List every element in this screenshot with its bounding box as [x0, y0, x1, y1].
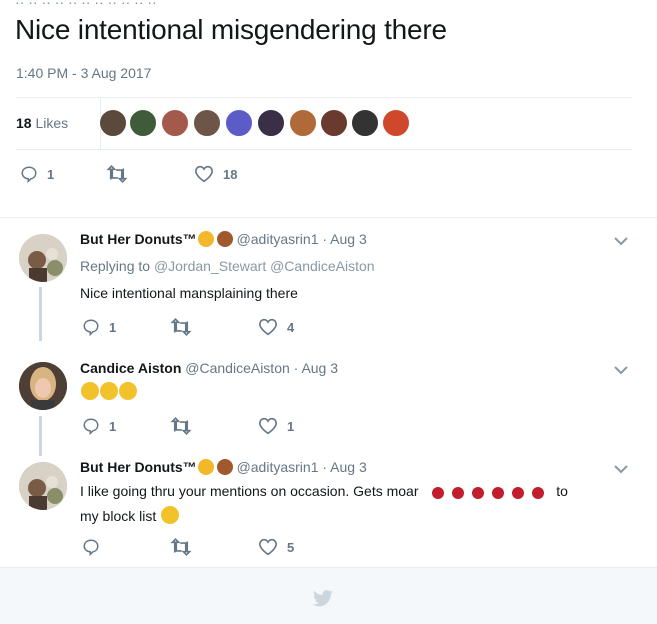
liker-avatar[interactable]: [320, 109, 348, 137]
liker-avatar[interactable]: [193, 109, 221, 137]
retweet-icon: [170, 538, 192, 556]
like-count: 18: [223, 166, 238, 182]
liker-avatar[interactable]: [129, 109, 157, 137]
author-line: But Her Donuts™ @adityasrin1 · Aug 3: [80, 231, 367, 247]
retweet-button[interactable]: [170, 417, 192, 435]
truncated-replying-line: ‥ ‥ ‥ ‥ ‥ ‥ ‥ ‥ ‥ ‥ ‥: [15, 0, 157, 8]
chevron-down-icon[interactable]: [614, 461, 628, 479]
reply-button[interactable]: [82, 538, 109, 556]
reply-text: I like going thru your mentions on occas…: [80, 483, 568, 499]
like-button[interactable]: 4: [258, 318, 294, 336]
divider: [16, 149, 632, 150]
heart-icon: [194, 165, 214, 183]
rose-emoji: [492, 487, 505, 499]
retweet-icon: [170, 417, 192, 435]
reply-button[interactable]: 1: [82, 318, 116, 336]
joy-emoji: [81, 382, 99, 400]
avatar[interactable]: [19, 362, 67, 410]
joy-emoji: [161, 506, 180, 524]
like-count: 5: [287, 539, 295, 555]
author-line: But Her Donuts™ @adityasrin1 · Aug 3: [80, 459, 367, 475]
retweet-icon: [170, 318, 192, 336]
rose-emoji: [452, 487, 465, 499]
reply-icon: [21, 166, 37, 183]
liker-avatar[interactable]: [99, 109, 127, 137]
like-button[interactable]: 18: [194, 165, 237, 183]
handle-time[interactable]: @CandiceAiston · Aug 3: [185, 360, 338, 376]
divider: [0, 217, 657, 218]
retweet-icon: [106, 165, 128, 183]
display-name[interactable]: But Her Donuts™: [80, 231, 197, 247]
likes-row: 18 Likes: [16, 97, 632, 149]
joy-emoji: [100, 382, 118, 400]
retweet-button[interactable]: [170, 318, 192, 336]
reply-button[interactable]: 1: [20, 165, 54, 183]
reply-count: 1: [109, 418, 117, 434]
chevron-down-icon[interactable]: [614, 233, 628, 251]
sob-emoji: [119, 382, 137, 400]
doughnut-emoji: [216, 231, 233, 247]
retweet-button[interactable]: [170, 538, 192, 556]
handle-time[interactable]: @adityasrin1 · Aug 3: [237, 459, 367, 475]
liker-avatar[interactable]: [382, 109, 410, 137]
rose-emoji: [432, 487, 445, 499]
like-count: 4: [287, 319, 295, 335]
thread-line: [39, 287, 42, 341]
reply-text-line2: my block list: [80, 506, 180, 524]
like-button[interactable]: 5: [258, 538, 294, 556]
reply-count: 1: [109, 319, 117, 335]
like-button[interactable]: 1: [258, 417, 294, 435]
heart-icon: [258, 318, 278, 336]
avatar[interactable]: [19, 234, 67, 282]
heart-icon: [258, 417, 278, 435]
doughnut-emoji: [216, 459, 233, 475]
tweet-text: Nice intentional misgendering there: [15, 14, 447, 45]
author-line: Candice Aiston @CandiceAiston · Aug 3: [80, 360, 338, 376]
rose-emoji: [512, 487, 525, 499]
heart-icon: [258, 538, 278, 556]
liker-avatar[interactable]: [257, 109, 285, 137]
rose-emoji: [472, 487, 485, 499]
reply-icon: [83, 319, 99, 336]
liker-avatar[interactable]: [161, 109, 189, 137]
likes-count[interactable]: 18 Likes: [16, 115, 68, 131]
twitter-bird-icon: [312, 590, 334, 613]
thread-line: [39, 416, 42, 456]
liker-avatar[interactable]: [351, 109, 379, 137]
rose-emojis: [428, 483, 552, 499]
timeline-footer: [0, 567, 657, 624]
reply-button[interactable]: 1: [82, 417, 116, 435]
display-name[interactable]: Candice Aiston: [80, 360, 181, 376]
reply-icon: [83, 539, 99, 556]
reply-icon: [83, 418, 99, 435]
weary-face-emoji: [197, 231, 214, 247]
reply-count: 1: [47, 166, 55, 182]
tweet-timestamp[interactable]: 1:40 PM - 3 Aug 2017: [16, 65, 151, 81]
liker-avatar[interactable]: [289, 109, 317, 137]
like-count: 1: [287, 418, 295, 434]
rose-emoji: [532, 487, 545, 499]
reply-text: Nice intentional mansplaining there: [80, 285, 298, 301]
reply-emojis: [80, 382, 137, 400]
handle-time[interactable]: @adityasrin1 · Aug 3: [237, 231, 367, 247]
retweet-button[interactable]: [106, 165, 128, 183]
replying-to: Replying to @Jordan_Stewart @CandiceAist…: [80, 258, 375, 274]
mention-link[interactable]: @Jordan_Stewart @CandiceAiston: [154, 258, 375, 274]
liker-avatar[interactable]: [225, 109, 253, 137]
weary-face-emoji: [197, 459, 214, 475]
display-name[interactable]: But Her Donuts™: [80, 459, 197, 475]
chevron-down-icon[interactable]: [614, 362, 628, 380]
avatar[interactable]: [19, 462, 67, 510]
